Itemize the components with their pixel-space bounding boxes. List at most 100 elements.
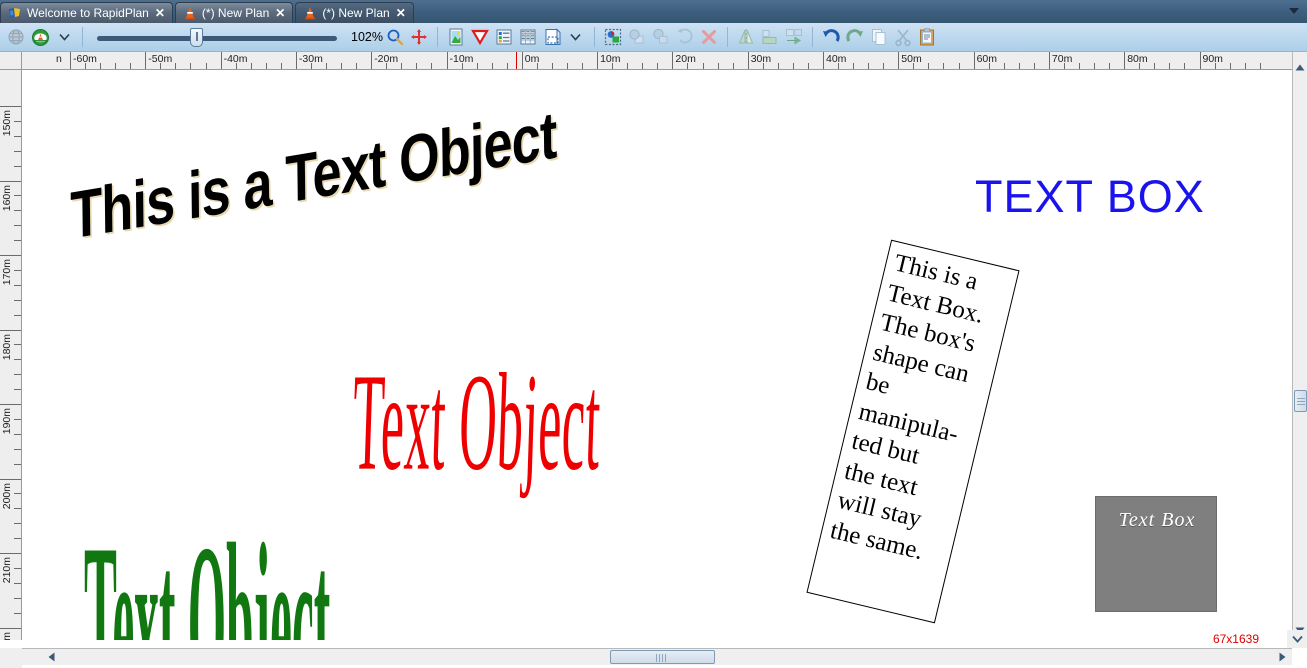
ruler-minor-tick: [1094, 63, 1096, 69]
ruler-tick-label: 180m: [1, 333, 13, 360]
zoom-level-label: 102%: [351, 30, 383, 44]
design-canvas[interactable]: This is a Text Object Text Object Text O…: [22, 70, 1292, 640]
ruler-minor-tick: [642, 63, 644, 69]
send-backward-button[interactable]: [649, 25, 673, 49]
ruler-major-tick: [1199, 52, 1201, 69]
scroll-right-button[interactable]: [1275, 649, 1290, 665]
text-object-red[interactable]: Text Object: [350, 345, 603, 500]
align-left-button[interactable]: [758, 25, 782, 49]
ruler-major-tick: [1124, 52, 1126, 69]
insert-sign-button[interactable]: [468, 25, 492, 49]
globe-button[interactable]: [4, 25, 28, 49]
redo-button[interactable]: [843, 25, 867, 49]
undo-button[interactable]: [819, 25, 843, 49]
copy-icon: [871, 29, 886, 45]
vertical-scrollbar[interactable]: [1292, 52, 1307, 640]
tab-bar-overflow-button[interactable]: [1281, 0, 1307, 23]
text-box-rotated[interactable]: This is a Text Box. The box's shape can …: [806, 239, 1020, 624]
bring-forward-button[interactable]: [625, 25, 649, 49]
ruler-minor-tick: [14, 418, 21, 420]
ruler-minor-tick: [1154, 63, 1156, 69]
layer-selector-button[interactable]: [28, 25, 52, 49]
text-object-green[interactable]: Text Object: [84, 510, 330, 640]
traffic-cone-icon: [305, 7, 316, 20]
tab-close-icon[interactable]: ✕: [395, 7, 407, 19]
ruler-minor-tick: [356, 63, 358, 69]
ruler-minor-tick: [777, 63, 779, 69]
vertical-ruler[interactable]: 150m160m170m180m190m200m210m220m: [0, 70, 22, 640]
scroll-left-button[interactable]: [44, 649, 59, 665]
scroll-up-button[interactable]: [1293, 60, 1307, 75]
ruler-minor-tick: [1139, 63, 1141, 69]
chevron-down-icon: [1289, 8, 1299, 14]
rotate-button[interactable]: [673, 25, 697, 49]
delete-button[interactable]: [697, 25, 721, 49]
ruler-tick-label: 170m: [1, 259, 13, 286]
ruler-tick-label: 20m: [675, 53, 696, 65]
flip-horizontal-button[interactable]: [734, 25, 758, 49]
move-crosshair-icon: [410, 29, 427, 45]
ruler-minor-tick: [175, 63, 177, 69]
text-box-icon: [545, 28, 561, 45]
copy-button[interactable]: [867, 25, 891, 49]
ruler-major-tick: [70, 52, 71, 69]
ruler-major-tick: [295, 52, 297, 69]
zoom-magnifier-button[interactable]: [383, 25, 407, 49]
horizontal-ruler[interactable]: n -60m -50m -40m -30m -20m -10m 0m 10m 20m 30m 40m 5…: [22, 52, 1292, 70]
ruler-major-tick: [446, 52, 448, 69]
undo-icon: [822, 29, 840, 42]
image-icon: [449, 28, 463, 46]
text-box-blue[interactable]: TEXT BOX: [975, 174, 1205, 219]
insert-legend-button[interactable]: [492, 25, 516, 49]
distribute-icon: [785, 29, 802, 45]
ruler-minor-tick: [807, 63, 809, 69]
distribute-button[interactable]: [782, 25, 806, 49]
toolbar-separator: [811, 27, 813, 47]
vertical-scrollbar-thumb[interactable]: [1294, 390, 1307, 412]
ruler-tick-label: 50m: [901, 53, 922, 65]
ruler-minor-tick: [582, 63, 584, 69]
tab-new-plan-1[interactable]: (*) New Plan ✕: [174, 2, 294, 23]
tab-welcome-to-rapidplan[interactable]: Welcome to RapidPlan ✕: [0, 2, 173, 23]
ruler-minor-tick: [732, 63, 734, 69]
zoom-slider-thumb[interactable]: [190, 28, 203, 47]
select-all-button[interactable]: [601, 25, 625, 49]
toolbar-separator: [593, 27, 595, 47]
tab-label: (*) New Plan: [201, 6, 270, 20]
status-menu-button[interactable]: [1287, 630, 1307, 648]
zoom-slider[interactable]: [97, 25, 337, 49]
ruler-minor-tick: [14, 612, 21, 614]
insert-text-box-button[interactable]: [540, 25, 564, 49]
horizontal-scrollbar-thumb[interactable]: [610, 650, 715, 664]
paste-clipboard-icon: [919, 28, 934, 46]
ruler-major-tick: [597, 52, 599, 69]
cut-button[interactable]: [891, 25, 915, 49]
triangle-left-icon: [48, 652, 55, 662]
text-object-black[interactable]: This is a Text Object: [70, 97, 557, 253]
ruler-minor-tick: [14, 582, 21, 584]
ruler-tick-label: 190m: [1, 408, 13, 435]
move-tool-button[interactable]: [407, 25, 431, 49]
tab-close-icon[interactable]: ✕: [154, 7, 166, 19]
tab-bar: Welcome to RapidPlan ✕ (*) New Plan ✕ (*…: [0, 0, 1307, 23]
ruler-tick-label: 40m: [826, 53, 847, 65]
ruler-minor-tick: [14, 374, 21, 376]
text-box-gray[interactable]: Text Box: [1095, 496, 1217, 612]
ruler-minor-tick: [1109, 63, 1111, 69]
toolbar-separator: [82, 27, 83, 47]
insert-table-button[interactable]: [516, 25, 540, 49]
layer-dropdown-button[interactable]: [52, 25, 76, 49]
ruler-minor-tick: [341, 63, 343, 69]
ruler-minor-tick: [280, 63, 282, 69]
triangle-up-icon: [1295, 64, 1305, 71]
insert-more-dropdown-button[interactable]: [564, 25, 588, 49]
bring-forward-icon: [629, 29, 644, 44]
status-bar: [0, 630, 1292, 648]
paste-button[interactable]: [915, 25, 939, 49]
tab-close-icon[interactable]: ✕: [274, 7, 286, 19]
ruler-minor-tick: [1018, 63, 1020, 69]
tab-new-plan-2[interactable]: (*) New Plan ✕: [295, 2, 414, 23]
insert-image-button[interactable]: [444, 25, 468, 49]
ruler-tick-label: 80m: [1127, 53, 1148, 65]
horizontal-scrollbar[interactable]: [22, 648, 1292, 665]
